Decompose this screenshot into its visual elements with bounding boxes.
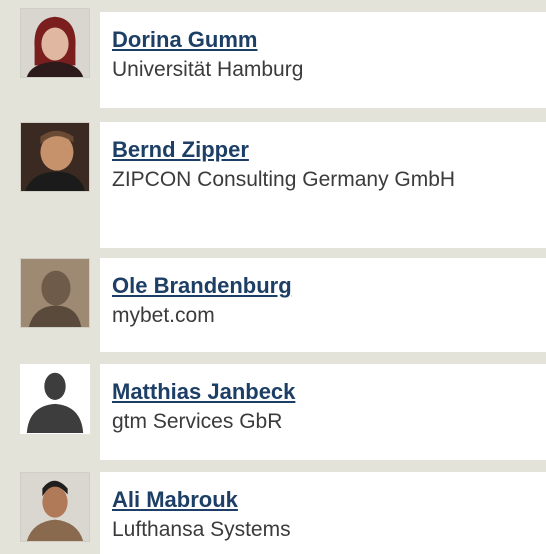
person-organization: mybet.com bbox=[112, 304, 215, 327]
person-photo-icon[interactable] bbox=[20, 122, 90, 192]
contact-card: Bernd Zipper ZIPCON Consulting Germany G… bbox=[100, 122, 546, 248]
person-name-link[interactable]: Dorina Gumm bbox=[112, 26, 546, 54]
person-photo-icon[interactable] bbox=[20, 472, 90, 542]
person-organization: ZIPCON Consulting Germany GmbH bbox=[112, 168, 456, 191]
contact-list: Dorina Gumm Universität Hamburg Bernd Zi… bbox=[0, 0, 546, 554]
person-organization: Universität Hamburg bbox=[112, 58, 304, 81]
person-photo-icon[interactable] bbox=[20, 258, 90, 328]
person-name-link[interactable]: Matthias Janbeck bbox=[112, 378, 546, 406]
contact-card: Dorina Gumm Universität Hamburg bbox=[100, 12, 546, 108]
contact-card: Ali Mabrouk Lufthansa Systems bbox=[100, 472, 546, 554]
person-name-link[interactable]: Ole Brandenburg bbox=[112, 272, 546, 300]
person-name-link[interactable]: Ali Mabrouk bbox=[112, 486, 546, 514]
person-name-link[interactable]: Bernd Zipper bbox=[112, 136, 546, 164]
person-organization: gtm Services GbR bbox=[112, 410, 283, 433]
contact-card: Matthias Janbeck gtm Services GbR bbox=[100, 364, 546, 460]
silhouette-placeholder-icon[interactable] bbox=[20, 364, 90, 434]
person-photo-icon[interactable] bbox=[20, 8, 90, 78]
person-organization: Lufthansa Systems bbox=[112, 518, 291, 541]
contact-card: Ole Brandenburg mybet.com bbox=[100, 258, 546, 352]
